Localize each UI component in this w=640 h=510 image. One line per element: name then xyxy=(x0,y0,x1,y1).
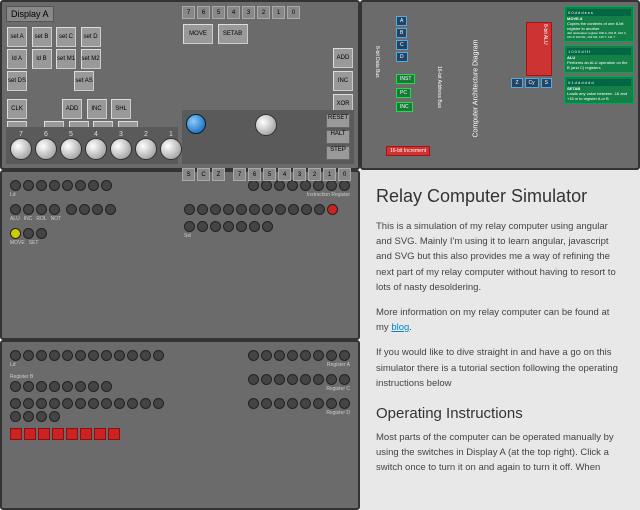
dial-4[interactable] xyxy=(85,138,107,160)
halt-button[interactable]: HALT xyxy=(326,130,350,144)
inc-button[interactable]: INC xyxy=(87,99,107,119)
add-button[interactable]: ADD xyxy=(62,99,82,119)
clk-button[interactable]: CLK xyxy=(7,99,27,119)
instr-move8: 0 0 d d d s s s MOVE-8 Copies the conten… xyxy=(564,6,634,42)
blog-link[interactable]: blog xyxy=(391,322,409,333)
display-a-title: Display A xyxy=(6,6,54,22)
set-as-button[interactable]: set AS xyxy=(74,71,94,91)
ld-b-button[interactable]: ld B xyxy=(32,49,52,69)
setab-button[interactable]: SETAB xyxy=(218,24,248,44)
dial-7[interactable] xyxy=(10,138,32,160)
article: Relay Computer Simulator This is a simul… xyxy=(360,170,640,510)
ld-a-button[interactable]: ld A xyxy=(7,49,27,69)
instr-setab: 0 1 d d d d d d SETAB Loads any value be… xyxy=(564,76,634,104)
run-button[interactable] xyxy=(186,114,206,134)
architecture-diagram: Computer Architecture Diagram 8-bit ALU … xyxy=(366,6,560,164)
mode-dial[interactable] xyxy=(255,114,277,136)
article-title: Relay Computer Simulator xyxy=(376,186,624,207)
instr-alu: 1 0 0 0 d f f f ALU Performs an ALU oper… xyxy=(564,45,634,73)
set-a-button[interactable]: set A xyxy=(7,27,27,47)
reset-button[interactable]: RESET xyxy=(326,114,350,128)
set-c-button[interactable]: set C xyxy=(56,27,76,47)
b-inc[interactable]: INC xyxy=(333,71,353,91)
article-p1: This is a simulation of my relay compute… xyxy=(376,219,624,295)
step-button[interactable]: STEP xyxy=(326,146,350,160)
move-button[interactable]: MOVE xyxy=(183,24,213,44)
set-ds-button[interactable]: set DS xyxy=(7,71,27,91)
article-p3: If you would like to dive straight in an… xyxy=(376,345,624,391)
dial-3[interactable] xyxy=(110,138,132,160)
article-p4: Most parts of the computer can be operat… xyxy=(376,430,624,476)
dial-5[interactable] xyxy=(60,138,82,160)
dial-6[interactable] xyxy=(35,138,57,160)
shl-button[interactable]: SHL xyxy=(111,99,131,119)
dial-2[interactable] xyxy=(135,138,157,160)
dial-1[interactable] xyxy=(160,138,182,160)
article-h2: Operating Instructions xyxy=(376,405,624,422)
b-add[interactable]: ADD xyxy=(333,48,353,68)
set-m1-button[interactable]: set M1 xyxy=(56,49,76,69)
set-b-button[interactable]: set B xyxy=(32,27,52,47)
set-m2-button[interactable]: set M2 xyxy=(81,49,101,69)
alu-block: 8-bit ALU xyxy=(526,22,552,76)
set-d-button[interactable]: set D xyxy=(81,27,101,47)
